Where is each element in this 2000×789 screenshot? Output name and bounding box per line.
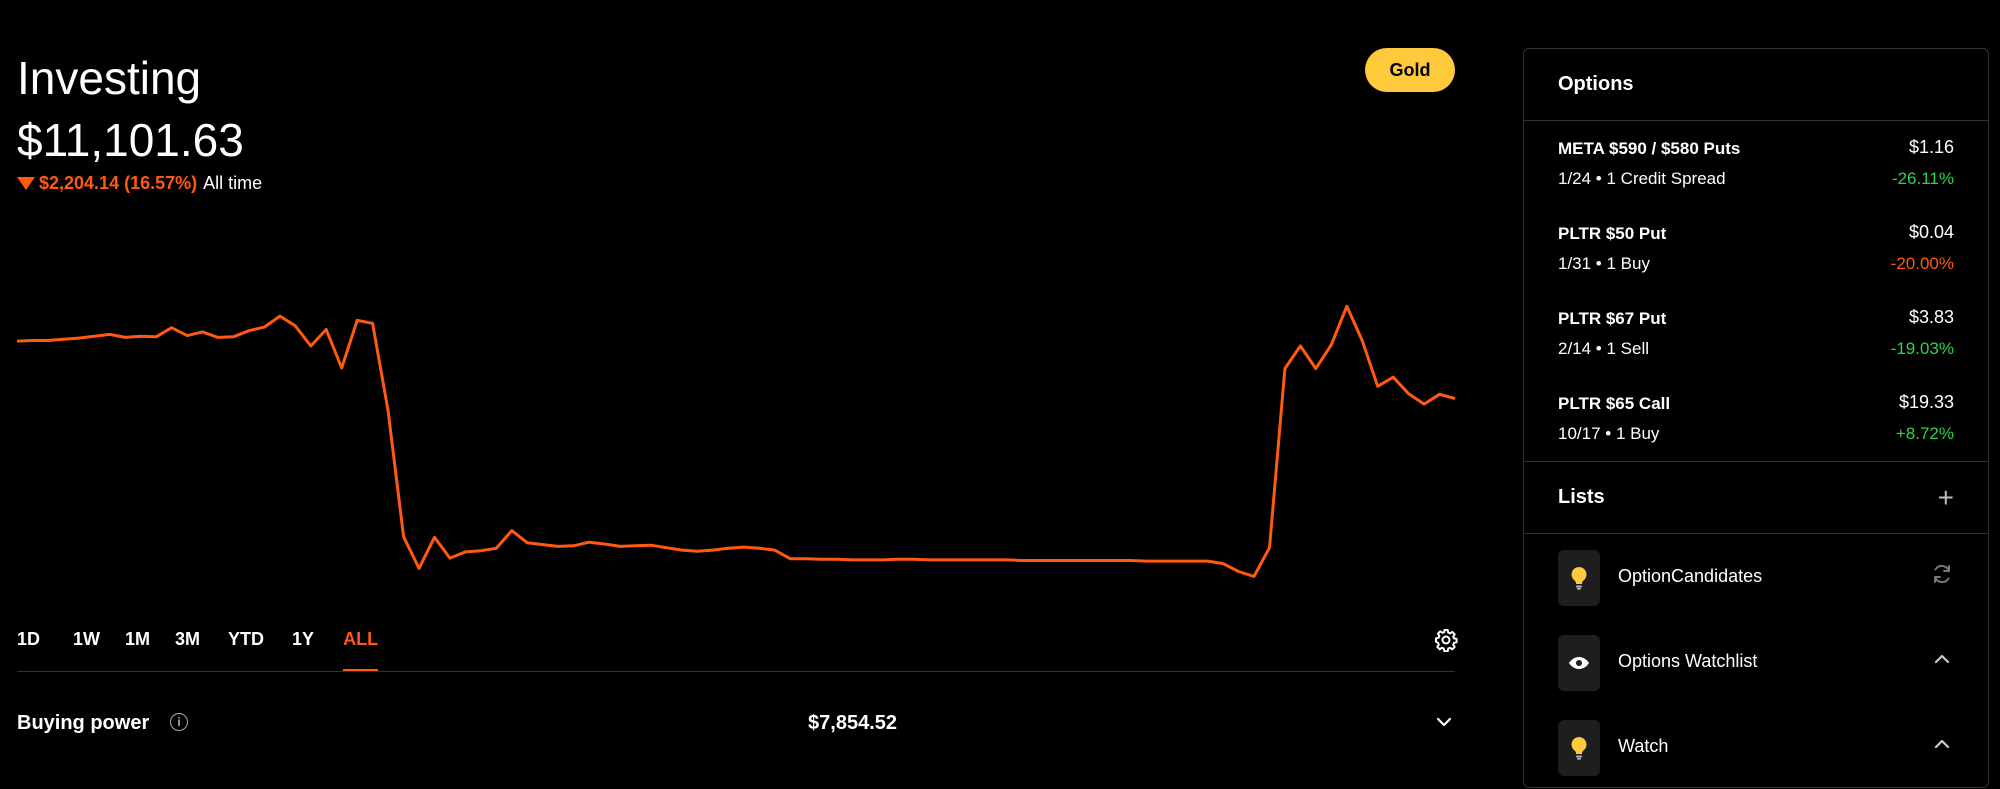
chevron-up-icon[interactable] xyxy=(1930,647,1954,671)
chart-series-line xyxy=(16,304,1456,578)
option-name: PLTR $50 Put xyxy=(1558,224,1667,243)
option-price: $19.33 xyxy=(1898,392,1954,412)
option-detail: 1/31 • 1 Buy xyxy=(1558,254,1650,273)
range-tab-all[interactable]: ALL xyxy=(343,626,379,672)
sidebar-panel: Options META $590 / $580 Puts 1/24 • 1 Cr… xyxy=(1523,48,1989,788)
options-title: Options xyxy=(1558,73,1634,95)
portfolio-balance: $11,101.63 xyxy=(17,114,244,166)
down-triangle-icon xyxy=(17,176,35,190)
option-name: META $590 / $580 Puts xyxy=(1558,139,1741,158)
option-price: $3.83 xyxy=(1908,307,1954,327)
option-name: PLTR $67 Put xyxy=(1558,309,1667,328)
option-detail: 10/17 • 1 Buy xyxy=(1558,424,1660,443)
buying-power-label[interactable]: Buying power xyxy=(17,711,149,735)
options-list: META $590 / $580 Puts 1/24 • 1 Credit Spr… xyxy=(1524,121,1988,462)
page-title: Investing xyxy=(17,52,202,104)
range-tab-1d[interactable]: 1D xyxy=(17,626,40,672)
range-tab-3m[interactable]: 3M xyxy=(175,626,200,672)
lists-title: Lists xyxy=(1558,486,1605,508)
option-price: $1.16 xyxy=(1908,137,1954,157)
change-amount: $2,204.14 (16.57%) xyxy=(39,173,198,193)
portfolio-change: $2,204.14 (16.57%) All time xyxy=(17,171,262,195)
change-period: All time xyxy=(203,173,263,193)
watchlist-label: OptionCandidates xyxy=(1618,566,1763,586)
gold-button[interactable]: Gold xyxy=(1365,48,1455,92)
time-range-tabs: 1D 1W 1M 3M YTD 1Y ALL xyxy=(17,626,379,672)
option-position[interactable]: META $590 / $580 Puts 1/24 • 1 Credit Spr… xyxy=(1524,121,1988,206)
option-position[interactable]: PLTR $67 Put 2/14 • 1 Sell $3.83 -19.03% xyxy=(1524,291,1988,376)
watchlist-item[interactable]: Options Watchlist xyxy=(1524,619,1988,704)
watchlist-item[interactable]: OptionCandidates xyxy=(1524,534,1988,619)
portfolio-area: Investing $11,101.63 $2,204.14 (16.57%) … xyxy=(0,0,1460,774)
watchlist-label: Watch xyxy=(1618,736,1669,756)
option-position[interactable]: PLTR $65 Call 10/17 • 1 Buy $19.33 +8.72% xyxy=(1524,376,1988,461)
lightbulb-icon xyxy=(1558,550,1600,606)
option-position[interactable]: PLTR $50 Put 1/31 • 1 Buy $0.04 -20.00% xyxy=(1524,206,1988,291)
chevron-up-icon[interactable] xyxy=(1930,732,1954,756)
option-change: -20.00% xyxy=(1890,254,1954,273)
chevron-down-icon[interactable] xyxy=(1434,712,1454,732)
watchlist-label: Options Watchlist xyxy=(1618,651,1758,671)
lightbulb-icon xyxy=(1558,720,1600,776)
lists-header: Lists + xyxy=(1524,462,1988,534)
option-name: PLTR $65 Call xyxy=(1558,394,1671,413)
info-icon[interactable]: i xyxy=(170,713,188,731)
range-tab-1y[interactable]: 1Y xyxy=(292,626,314,672)
option-change: -26.11% xyxy=(1891,169,1954,188)
range-tab-ytd[interactable]: YTD xyxy=(228,626,264,672)
watchlists: OptionCandidates Options Watchlist Watch xyxy=(1524,534,1988,789)
option-change: -19.03% xyxy=(1890,339,1954,358)
plus-icon[interactable]: + xyxy=(1938,482,1954,514)
options-header: Options xyxy=(1524,49,1988,121)
option-detail: 1/24 • 1 Credit Spread xyxy=(1558,169,1726,188)
refresh-icon[interactable] xyxy=(1930,562,1954,586)
option-change: +8.72% xyxy=(1895,424,1954,443)
divider xyxy=(17,671,1455,672)
range-tab-1w[interactable]: 1W xyxy=(73,626,100,672)
option-price: $0.04 xyxy=(1908,222,1954,242)
eye-icon xyxy=(1558,635,1600,691)
watchlist-item[interactable]: Watch xyxy=(1524,704,1988,789)
option-detail: 2/14 • 1 Sell xyxy=(1558,339,1650,358)
buying-power-value: $7,854.52 xyxy=(808,712,897,734)
portfolio-chart[interactable] xyxy=(0,280,1460,620)
gear-icon[interactable] xyxy=(1434,628,1458,652)
range-tab-1m[interactable]: 1M xyxy=(125,626,150,672)
